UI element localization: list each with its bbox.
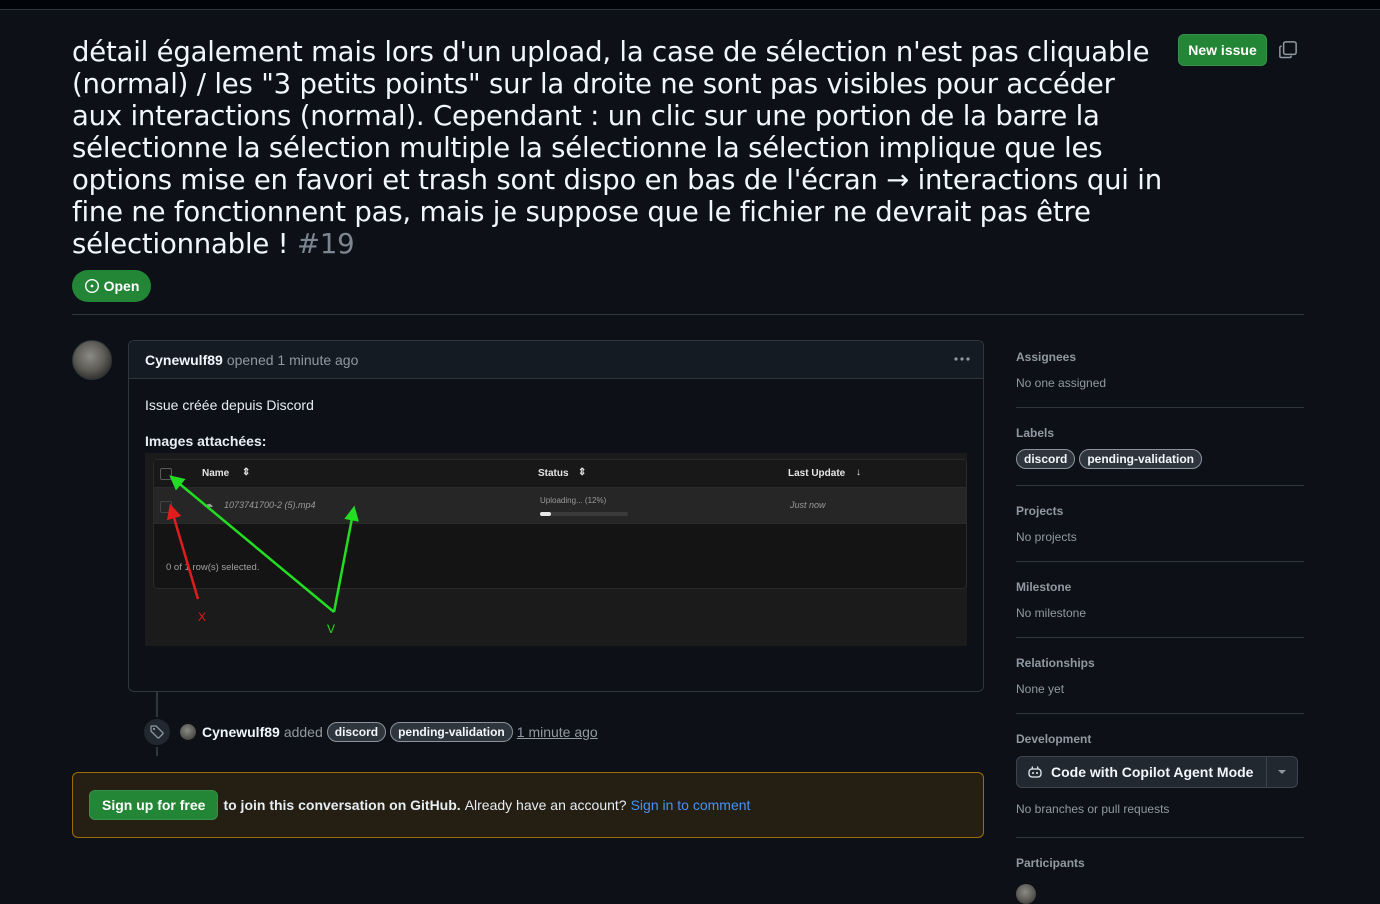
issue-state-label: Open: [103, 278, 140, 294]
sidebar-divider: [1016, 407, 1304, 408]
timeline-event: Cynewulf89 added discord pending-validat…: [180, 721, 598, 743]
development-value: No branches or pull requests: [1016, 802, 1170, 816]
comment-author[interactable]: Cynewulf89: [145, 352, 223, 368]
green-arrow-row: [332, 505, 359, 613]
sign-up-button[interactable]: Sign up for free: [89, 790, 219, 820]
mark-v: V: [327, 622, 335, 636]
projects-heading[interactable]: Projects: [1016, 504, 1304, 518]
sign-in-link[interactable]: Sign in to comment: [631, 797, 751, 813]
green-arrow-checkbox: [169, 475, 335, 613]
sidebar-projects: Projects No projects: [1016, 504, 1304, 544]
comment-text: Issue créée depuis Discord: [145, 397, 314, 413]
sidebar-participants: Participants: [1016, 856, 1304, 904]
chevron-down-icon[interactable]: [1267, 757, 1297, 787]
sidebar-divider: [1016, 561, 1304, 562]
event-action: added: [283, 724, 323, 740]
label-pending-validation[interactable]: pending-validation: [390, 722, 513, 742]
copilot-agent-button[interactable]: Code with Copilot Agent Mode: [1017, 757, 1267, 787]
labels-heading[interactable]: Labels: [1016, 426, 1304, 440]
signup-text-bold: to join this conversation on GitHub.: [223, 797, 461, 813]
header-divider: [72, 314, 1304, 315]
comment-header: Cynewulf89 opened 1 minute ago: [129, 341, 983, 379]
sidebar-label-pending-validation[interactable]: pending-validation: [1079, 449, 1203, 469]
sidebar-divider: [1016, 485, 1304, 486]
assignees-heading[interactable]: Assignees: [1016, 350, 1304, 364]
development-heading[interactable]: Development: [1016, 732, 1304, 746]
sidebar-milestone: Milestone No milestone: [1016, 580, 1304, 620]
relationships-value: None yet: [1016, 682, 1065, 696]
label-discord[interactable]: discord: [326, 722, 387, 742]
tag-icon: [150, 725, 164, 739]
signup-banner: Sign up for free to join this conversati…: [72, 772, 984, 838]
comment-action: opened: [226, 351, 274, 368]
sidebar-development: Development Code with Copilot Agent Mode…: [1016, 732, 1304, 816]
event-actor[interactable]: Cynewulf89: [202, 724, 280, 740]
kebab-menu-icon[interactable]: [951, 349, 973, 369]
new-issue-button[interactable]: New issue: [1178, 34, 1267, 66]
copilot-button-group: Code with Copilot Agent Mode: [1016, 756, 1298, 788]
sidebar-divider: [1016, 837, 1304, 838]
issue-opened-icon: [84, 278, 99, 294]
issue-comment: Cynewulf89 opened 1 minute ago Issue cré…: [128, 340, 984, 692]
actor-avatar[interactable]: [180, 724, 196, 740]
issue-title: détail également mais lors d'un upload, …: [72, 36, 1162, 260]
annotation-arrows: X V: [166, 475, 359, 636]
signup-text: Already have an account?: [464, 797, 627, 813]
sidebar-assignees: Assignees No one assigned: [1016, 350, 1304, 390]
comment-time[interactable]: 1 minute ago: [277, 352, 358, 368]
label-event-badge: [142, 717, 172, 747]
relationships-heading[interactable]: Relationships: [1016, 656, 1304, 670]
copilot-button-label: Code with Copilot Agent Mode: [1051, 764, 1254, 780]
red-arrow-checkbox: [166, 503, 200, 600]
copilot-icon: [1028, 766, 1042, 778]
projects-value: No projects: [1016, 530, 1077, 544]
sidebar-labels: Labels discord pending-validation: [1016, 426, 1304, 469]
comment-body: Issue créée depuis Discord Images attach…: [129, 379, 983, 449]
issue-number: #19: [297, 228, 355, 260]
participant-avatar[interactable]: [1016, 884, 1036, 904]
images-heading: Images attachées:: [145, 433, 267, 449]
milestone-heading[interactable]: Milestone: [1016, 580, 1304, 594]
author-avatar[interactable]: [72, 340, 112, 380]
top-nav-bar: [0, 0, 1380, 10]
copy-link-icon[interactable]: [1278, 40, 1298, 60]
participants-heading: Participants: [1016, 856, 1085, 870]
sidebar-relationships: Relationships None yet: [1016, 656, 1304, 696]
issue-title-text: détail également mais lors d'un upload, …: [72, 36, 1162, 260]
sidebar-divider: [1016, 713, 1304, 714]
assignees-value: No one assigned: [1016, 376, 1107, 390]
milestone-value: No milestone: [1016, 606, 1087, 620]
mark-x: X: [198, 610, 206, 624]
sidebar-divider: [1016, 637, 1304, 638]
attached-screenshot[interactable]: Name ⇕ Status ⇕ Last Update ↓ ☁ 10737417…: [145, 453, 967, 646]
sidebar-label-discord[interactable]: discord: [1016, 449, 1076, 469]
issue-state-badge: Open: [72, 270, 151, 302]
event-time[interactable]: 1 minute ago: [517, 724, 598, 740]
